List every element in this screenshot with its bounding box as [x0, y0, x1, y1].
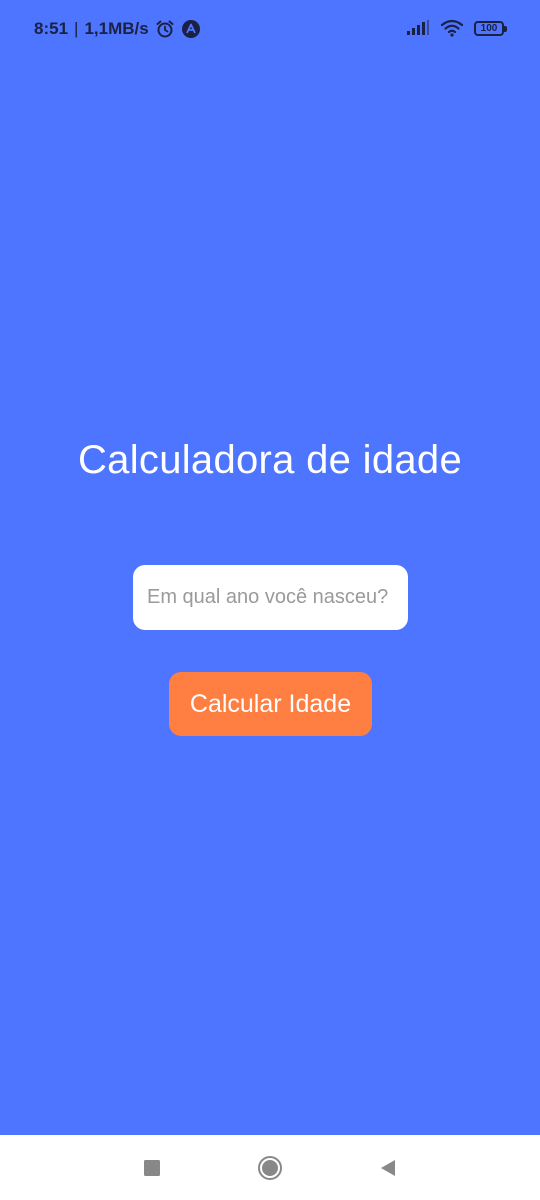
birth-year-input[interactable]	[133, 565, 408, 630]
wifi-icon	[440, 19, 464, 37]
app-screen: 8:51 | 1,1MB/s 100 Calculadora de idade …	[0, 0, 540, 1200]
alarm-icon	[155, 19, 175, 39]
clock: 8:51	[34, 19, 69, 38]
calculate-age-button[interactable]: Calcular Idade	[169, 672, 372, 736]
battery-icon: 100	[474, 20, 507, 36]
status-bar: 8:51 | 1,1MB/s 100	[0, 0, 540, 60]
network-speed: 1,1MB/s	[84, 19, 149, 38]
app-a-icon	[181, 19, 201, 39]
battery-level: 100	[480, 22, 498, 34]
signal-icon	[406, 20, 430, 36]
status-right: 100	[406, 19, 507, 37]
status-left: 8:51 | 1,1MB/s	[34, 19, 201, 39]
status-separator: |	[74, 19, 79, 38]
home-icon[interactable]	[257, 1155, 283, 1181]
recent-apps-icon[interactable]	[139, 1155, 165, 1181]
navigation-bar	[0, 1135, 540, 1200]
back-icon[interactable]	[375, 1155, 401, 1181]
page-title: Calculadora de idade	[77, 438, 463, 482]
